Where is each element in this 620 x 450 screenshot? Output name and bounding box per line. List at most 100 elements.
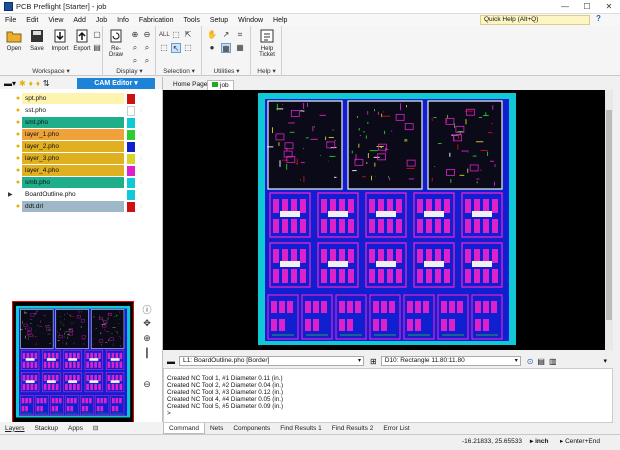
tab-find-results-1[interactable]: Find Results 1 xyxy=(275,423,327,434)
layer-row[interactable]: ▶ BoardOutline.pho ◌ xyxy=(8,189,158,200)
help-ticket-button[interactable]: Help Ticket xyxy=(257,29,277,58)
layer-row[interactable]: ● layer_2.pho ◌ xyxy=(8,141,158,152)
pan-minimap-icon[interactable]: ✥ xyxy=(141,318,153,330)
visibility-bulb-icon[interactable]: ● xyxy=(14,155,22,163)
zoom-in-icon[interactable]: ⊕ xyxy=(130,30,140,40)
tab-components[interactable]: Components xyxy=(228,423,275,434)
save-button[interactable]: Save xyxy=(27,29,47,52)
layer-color-swatch[interactable] xyxy=(127,177,135,188)
layer-row[interactable]: ● smb.pho ◌ xyxy=(8,177,158,188)
maximize-button[interactable]: ☐ xyxy=(576,0,598,14)
select-crossing-icon[interactable]: ⬚ xyxy=(183,43,193,53)
layer-color-swatch[interactable] xyxy=(127,165,135,176)
zoom-window-icon[interactable]: ⌕ xyxy=(142,43,152,53)
layer-eye-icon[interactable]: ◌ xyxy=(139,96,147,102)
tab-error-list[interactable]: Error List xyxy=(378,423,414,434)
layer-color-swatch[interactable] xyxy=(127,117,135,128)
select-pointer-icon[interactable]: ↖ xyxy=(171,43,181,53)
layer-color-swatch[interactable] xyxy=(127,189,135,200)
menu-edit[interactable]: Edit xyxy=(21,17,43,24)
tab-find-results-2[interactable]: Find Results 2 xyxy=(327,423,379,434)
tab-home-page[interactable]: Home Page xyxy=(169,80,211,90)
layer-row[interactable]: ● layer_4.pho ◌ xyxy=(8,165,158,176)
panel-menu-icon[interactable]: ▬▾ xyxy=(4,79,16,88)
quick-help-input[interactable]: Quick Help (Alt+Q) xyxy=(480,15,590,25)
close-button[interactable]: ✕ xyxy=(598,0,620,14)
tab-nets[interactable]: Nets xyxy=(205,423,228,434)
zoom-slider[interactable]: ┃ xyxy=(141,348,153,376)
new-doc-icon[interactable]: ▢ xyxy=(92,30,102,40)
help-question-icon[interactable]: ? xyxy=(596,14,601,23)
pan-icon[interactable]: ⌕ xyxy=(130,56,140,66)
layer-color-swatch[interactable] xyxy=(127,153,135,164)
layer-eye-icon[interactable]: ◌ xyxy=(139,180,147,186)
layer-color-swatch[interactable] xyxy=(127,201,135,212)
menu-job[interactable]: Job xyxy=(91,17,112,24)
layer-eye-icon[interactable]: ◌ xyxy=(139,156,147,162)
minimize-button[interactable]: — xyxy=(554,0,576,14)
open-button[interactable]: Open xyxy=(4,29,24,52)
layer-eye-icon[interactable]: ◌ xyxy=(139,204,147,210)
layer-color-swatch[interactable] xyxy=(127,105,135,116)
cam-editor-dropdown[interactable]: CAM Editor ▾ xyxy=(77,78,155,89)
select-all-icon[interactable]: ALL xyxy=(159,30,170,40)
tab-command[interactable]: Command xyxy=(163,423,205,434)
menu-setup[interactable]: Setup xyxy=(205,17,233,24)
collapse-icon[interactable]: ▾ xyxy=(603,357,607,365)
zoom-previous-icon[interactable]: ⌕ xyxy=(142,56,152,66)
visibility-bulb-icon[interactable]: ● xyxy=(14,167,22,175)
select-window-icon[interactable]: ⬚ xyxy=(171,30,181,40)
pcb-board-view[interactable] xyxy=(163,90,613,350)
menu-add[interactable]: Add xyxy=(68,17,90,24)
board-minimap[interactable] xyxy=(12,301,134,423)
visibility-bulb-icon[interactable]: ● xyxy=(14,131,22,139)
visibility-bulb-icon[interactable] xyxy=(14,191,22,199)
visibility-bulb-icon[interactable]: ● xyxy=(14,95,22,103)
tab-layers[interactable]: Layers xyxy=(0,425,30,432)
menu-view[interactable]: View xyxy=(43,17,68,24)
zoom-in-minimap-icon[interactable]: ⊕ xyxy=(141,333,153,345)
bulb-on-icon[interactable]: ♦ xyxy=(29,79,33,88)
layer-eye-icon[interactable]: ◌ xyxy=(139,132,147,138)
circle-icon[interactable]: ● xyxy=(207,43,217,53)
redraw-button[interactable]: Re-Draw xyxy=(106,29,126,58)
menu-help[interactable]: Help xyxy=(268,17,292,24)
menu-fabrication[interactable]: Fabrication xyxy=(134,17,179,24)
options-icon[interactable]: ▤ xyxy=(537,357,545,366)
layer-select[interactable]: L1: BoardOutline.pho [Border] ▾ xyxy=(179,356,364,366)
layer-eye-icon[interactable]: ◌ xyxy=(139,168,147,174)
tab-stackup[interactable]: Stackup xyxy=(30,425,64,432)
grid-snap-icon[interactable]: ▦ xyxy=(235,43,245,53)
layer-eye-icon[interactable]: ◌ xyxy=(139,108,147,114)
zoom-out-icon[interactable]: ⊖ xyxy=(142,30,152,40)
grid-icon[interactable]: ▦ xyxy=(221,43,231,53)
select-mode-icon[interactable]: ⇱ xyxy=(183,30,193,40)
menu-file[interactable]: File xyxy=(0,17,21,24)
layer-row[interactable]: ● layer_3.pho ◌ xyxy=(8,153,158,164)
layer-row[interactable]: ● layer_1.pho ◌ xyxy=(8,129,158,140)
visibility-bulb-icon[interactable]: ● xyxy=(14,143,22,151)
menu-info[interactable]: Info xyxy=(112,17,134,24)
canvas-vertical-scrollbar[interactable] xyxy=(605,90,613,350)
layer-eye-icon[interactable]: ◌ xyxy=(139,120,147,126)
menu-window[interactable]: Window xyxy=(233,17,268,24)
recent-doc-icon[interactable]: ▤ xyxy=(92,43,102,53)
bulb-all-icon[interactable]: ✱ xyxy=(19,79,26,88)
units-selector[interactable]: ▸ inch xyxy=(530,437,548,445)
layer-row[interactable]: ● smt.pho ◌ xyxy=(8,117,158,128)
import-button[interactable]: Import xyxy=(50,29,70,52)
export-button[interactable]: Export xyxy=(72,29,92,52)
pcb-canvas[interactable] xyxy=(163,90,613,350)
tab-job[interactable]: job xyxy=(207,80,234,90)
layer-eye-icon[interactable]: ◌ xyxy=(139,144,147,150)
snap-mode-selector[interactable]: ▸ Center+End xyxy=(560,437,600,445)
tab-more-icon[interactable]: ⊟ xyxy=(88,424,103,432)
visibility-bulb-icon[interactable]: ● xyxy=(14,119,22,127)
layer-color-swatch[interactable] xyxy=(127,141,135,152)
visibility-bulb-icon[interactable]: ● xyxy=(14,179,22,187)
layer-row[interactable]: ● spt.pho ◌ xyxy=(8,93,158,104)
visibility-bulb-icon[interactable]: ● xyxy=(14,107,22,115)
link-icon[interactable]: ⊙ xyxy=(527,357,534,366)
layer-eye-icon[interactable]: ◌ xyxy=(139,192,147,198)
zoom-fit-icon[interactable]: ⌕ xyxy=(130,43,140,53)
